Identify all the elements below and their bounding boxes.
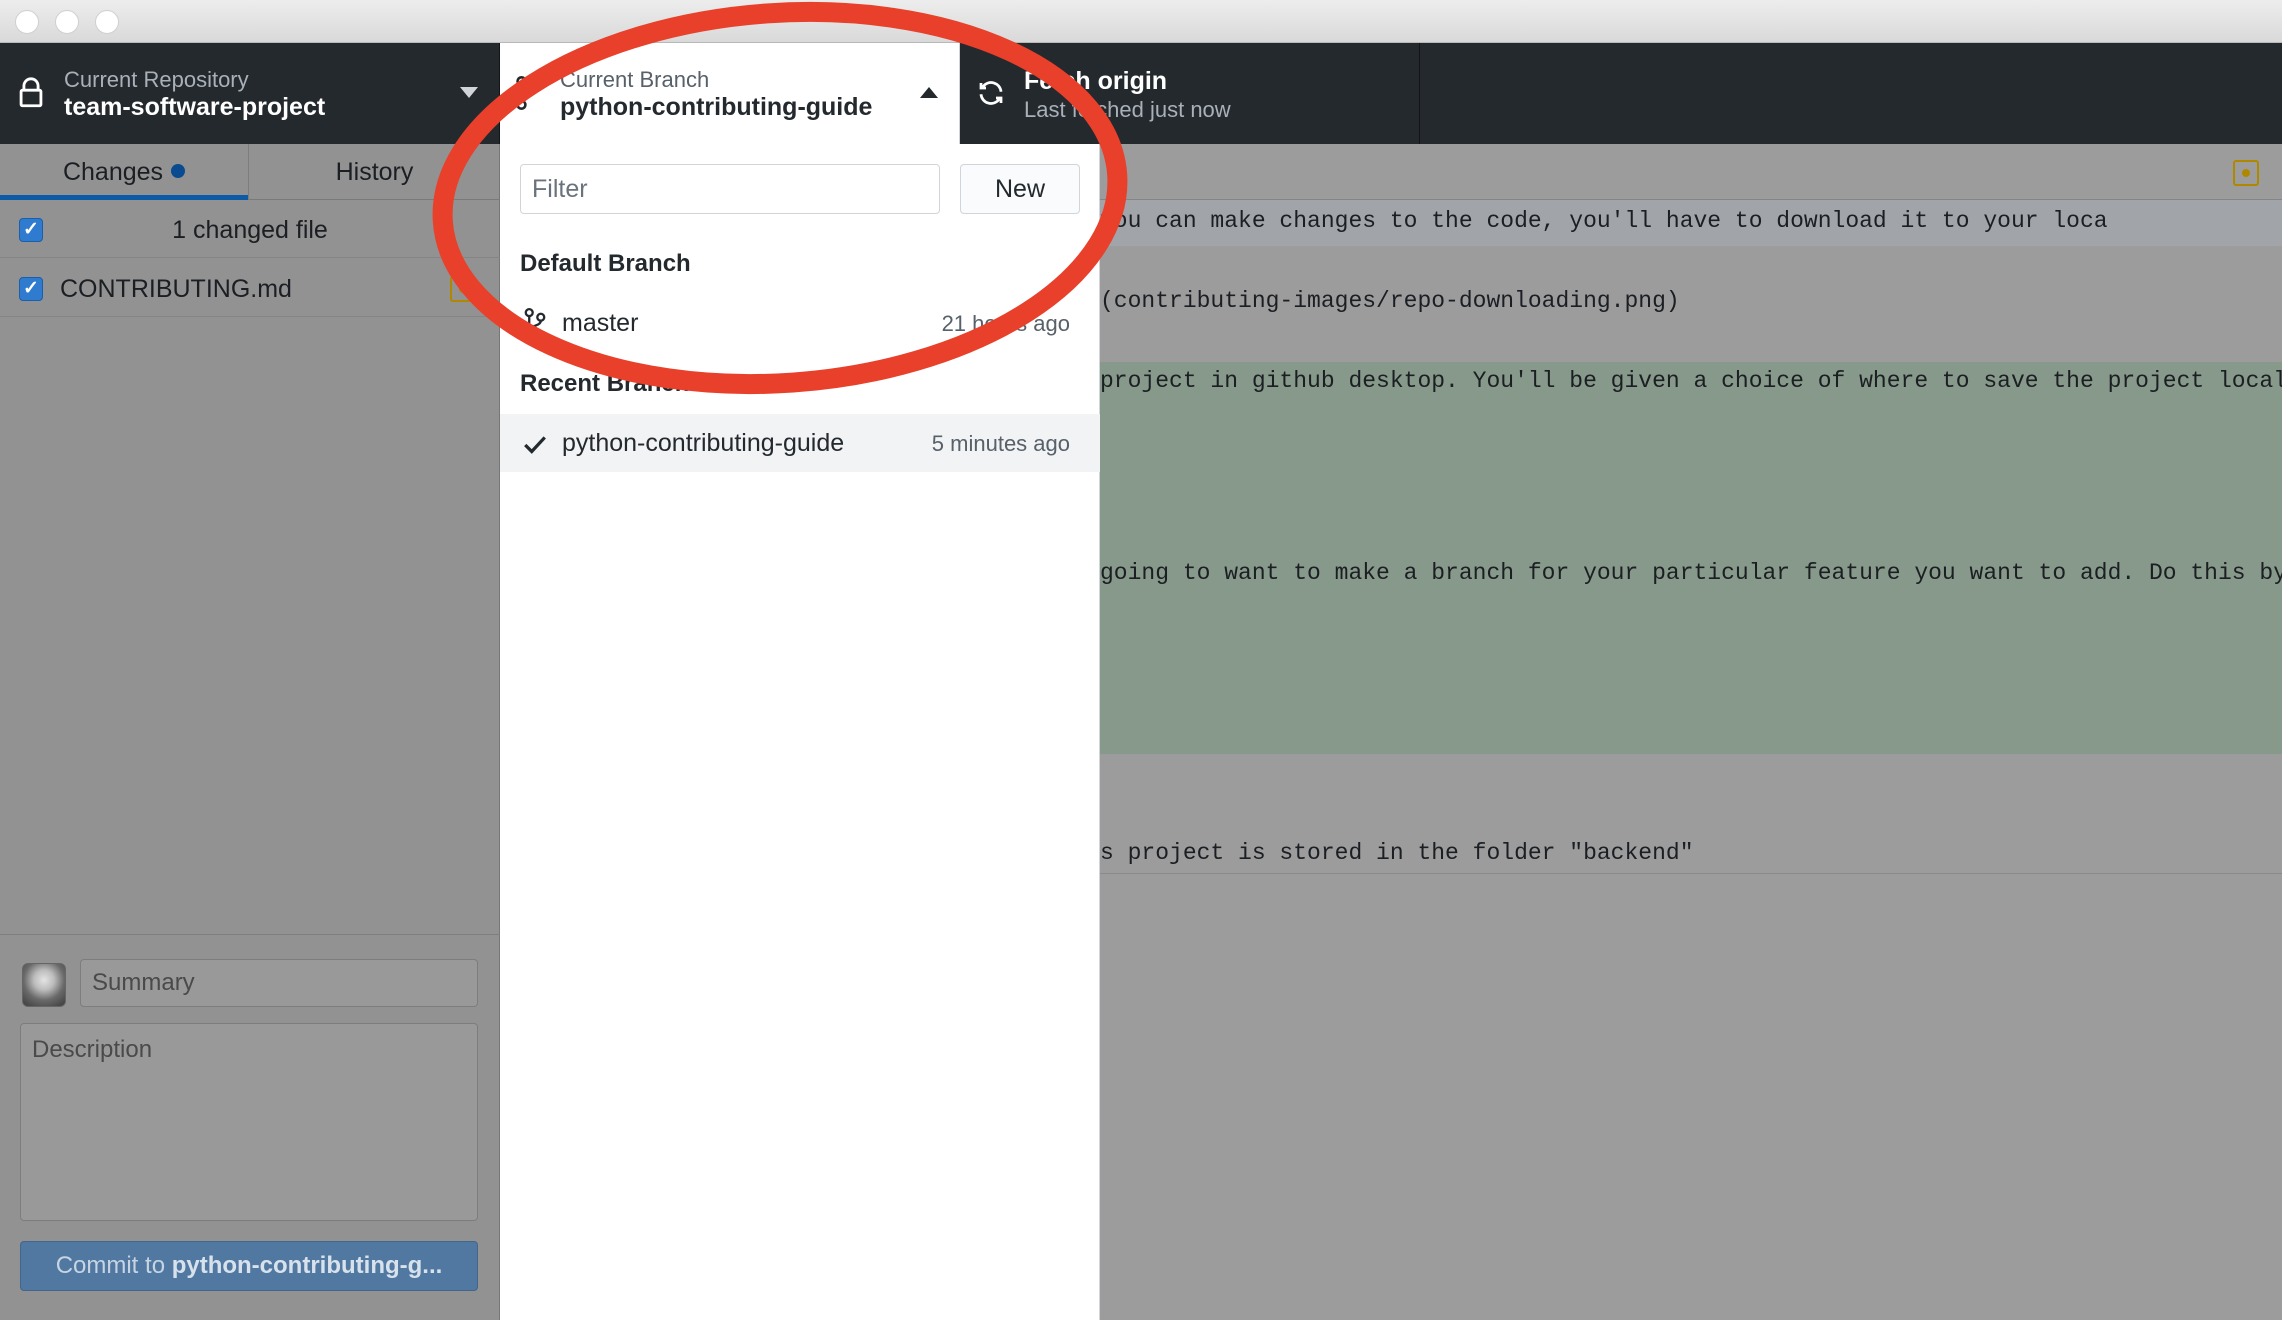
title-bar xyxy=(0,0,2282,43)
branch-name: python-contributing-guide xyxy=(560,93,873,121)
diff-line: going to want to make a branch for your … xyxy=(1100,560,2282,586)
tab-history-label: History xyxy=(335,158,414,186)
checkmark-icon xyxy=(524,436,546,454)
chevron-up-icon xyxy=(920,87,938,98)
branch-item-time: 5 minutes ago xyxy=(931,431,1070,456)
zoom-window-button[interactable] xyxy=(95,10,119,34)
branch-dropdown: New Default Branch master 21 hours ago R… xyxy=(500,144,1100,1320)
added-lines-band xyxy=(1100,362,2282,754)
changes-indicator-dot xyxy=(171,164,186,178)
fetch-subtitle: Last fetched just now xyxy=(1024,97,1231,122)
repository-selector[interactable]: Current Repository team-software-project xyxy=(0,43,500,144)
description-input[interactable] xyxy=(20,1023,478,1221)
changed-files-count: 1 changed file xyxy=(172,216,328,244)
commit-button-prefix: Commit to xyxy=(55,1252,172,1279)
chevron-down-icon xyxy=(460,87,478,98)
branch-label: Current Branch xyxy=(560,67,710,92)
commit-form: Commit to python-contributing-g... xyxy=(0,934,500,1320)
default-branch-heading: Default Branch xyxy=(520,250,691,277)
branch-item-master[interactable]: master 21 hours ago xyxy=(500,294,1100,352)
sync-icon xyxy=(979,81,1003,105)
diff-line: you can make changes to the code, you'll… xyxy=(1100,208,2108,234)
diff-line: (contributing-images/repo-downloading.pn… xyxy=(1100,288,1680,314)
branch-selector[interactable]: Current Branch python-contributing-guide xyxy=(500,43,960,144)
git-branch-icon xyxy=(524,308,546,338)
tab-changes-label: Changes xyxy=(62,158,164,186)
file-name: CONTRIBUTING.md xyxy=(60,275,292,303)
new-branch-button[interactable]: New xyxy=(960,164,1080,214)
branch-item-time: 21 hours ago xyxy=(941,311,1070,336)
branch-filter-input[interactable] xyxy=(520,164,940,214)
changed-files-header: ✓ 1 changed file xyxy=(0,200,500,258)
branch-item-name: python-contributing-guide xyxy=(562,429,845,457)
tab-changes[interactable]: Changes xyxy=(0,144,248,200)
modified-icon xyxy=(2233,160,2259,186)
branch-item-python-contributing-guide[interactable]: python-contributing-guide 5 minutes ago xyxy=(500,414,1100,472)
diff-separator xyxy=(1100,873,2282,874)
summary-input[interactable] xyxy=(80,959,478,1007)
modified-icon xyxy=(450,276,476,302)
repository-label: Current Repository xyxy=(64,67,249,92)
sidebar-tabs: Changes History xyxy=(0,144,500,200)
repository-name: team-software-project xyxy=(64,93,326,121)
tab-history[interactable]: History xyxy=(248,144,500,200)
fetch-origin-button[interactable]: Fetch origin Last fetched just now xyxy=(960,43,1420,144)
fetch-title: Fetch origin xyxy=(1024,67,1168,95)
commit-button-branch: python-contributing-g... xyxy=(171,1252,443,1279)
toolbar: Current Repository team-software-project… xyxy=(0,43,2282,144)
avatar xyxy=(22,963,66,1007)
file-row[interactable]: ✓ CONTRIBUTING.md xyxy=(0,259,500,317)
diff-header xyxy=(1100,144,2282,200)
git-branch-icon xyxy=(516,76,540,110)
changes-sidebar: Changes History ✓ 1 changed file ✓ CONTR… xyxy=(0,144,500,1320)
commit-button[interactable]: Commit to python-contributing-g... xyxy=(20,1241,478,1291)
lock-icon xyxy=(19,77,43,108)
diff-line: s project is stored in the folder "backe… xyxy=(1100,840,1694,866)
diff-view: you can make changes to the code, you'll… xyxy=(1100,144,2282,1320)
branch-item-name: master xyxy=(562,309,639,337)
diff-line: project in github desktop. You'll be giv… xyxy=(1100,368,2282,394)
file-checkbox[interactable]: ✓ xyxy=(19,277,43,301)
close-window-button[interactable] xyxy=(15,10,39,34)
minimize-window-button[interactable] xyxy=(55,10,79,34)
recent-branches-heading: Recent Branches xyxy=(520,370,717,397)
